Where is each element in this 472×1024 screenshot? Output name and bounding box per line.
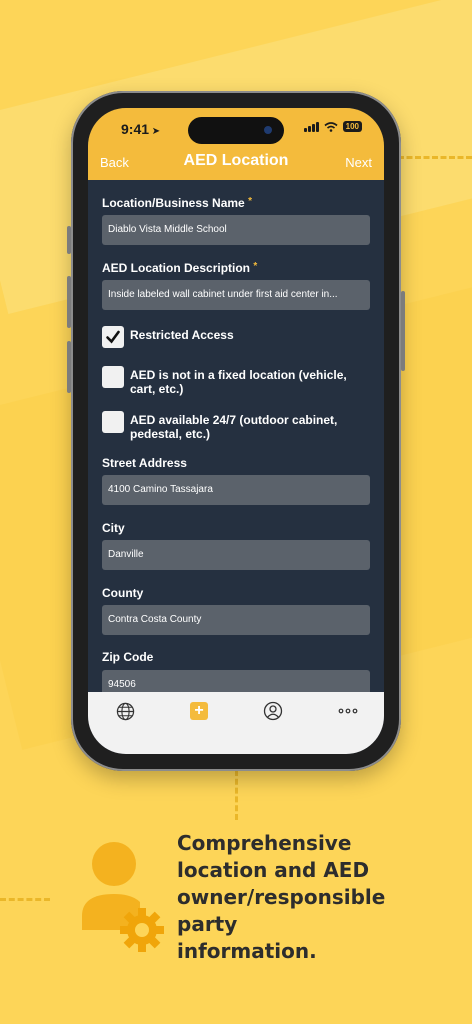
restricted-access-checkbox[interactable] bbox=[102, 326, 124, 348]
tab-more[interactable] bbox=[338, 701, 358, 721]
decorative-dash bbox=[0, 898, 50, 901]
zip-label: Zip Code bbox=[102, 650, 154, 664]
decorative-dash bbox=[235, 770, 238, 820]
navigation-bar: 9:41 ➤ 100 Back AED Location Next bbox=[88, 108, 384, 180]
available-24-7-label: AED available 24/7 (outdoor cabinet, ped… bbox=[130, 413, 338, 441]
restricted-access-row[interactable]: Restricted Access bbox=[102, 326, 370, 348]
description-label: AED Location Description * bbox=[102, 261, 258, 275]
more-icon bbox=[338, 708, 358, 714]
location-name-label: Location/Business Name * bbox=[102, 196, 252, 210]
tab-profile[interactable] bbox=[263, 701, 283, 721]
tab-add[interactable]: + bbox=[189, 701, 209, 721]
battery-icon: 100 bbox=[342, 121, 362, 132]
app-screen: 9:41 ➤ 100 Back AED Location Next Locati bbox=[88, 108, 384, 754]
city-label: City bbox=[102, 521, 125, 535]
wifi-icon bbox=[324, 121, 338, 132]
location-name-field[interactable]: Diablo Vista Middle School bbox=[102, 215, 370, 245]
street-label: Street Address bbox=[102, 456, 187, 470]
street-field[interactable]: 4100 Camino Tassajara bbox=[102, 475, 370, 505]
decorative-dash bbox=[398, 156, 472, 159]
county-label: County bbox=[102, 586, 144, 600]
checkmark-icon bbox=[106, 330, 120, 344]
profile-icon bbox=[263, 701, 283, 721]
page-title: AED Location bbox=[183, 152, 289, 169]
status-time: 9:41 ➤ bbox=[121, 121, 161, 137]
county-field[interactable]: Contra Costa County bbox=[102, 605, 370, 635]
signal-icon bbox=[303, 121, 319, 132]
next-button[interactable]: Next bbox=[345, 155, 372, 170]
tab-bar: + bbox=[88, 692, 384, 754]
zip-field[interactable]: 94506 bbox=[102, 670, 370, 692]
tab-globe[interactable] bbox=[115, 701, 135, 721]
feature-caption: Comprehensive location and AED owner/res… bbox=[177, 831, 386, 963]
person-gear-icon bbox=[82, 842, 164, 952]
status-indicators: 100 bbox=[303, 121, 362, 132]
available-24-7-row[interactable]: AED available 24/7 (outdoor cabinet, ped… bbox=[102, 411, 370, 441]
not-fixed-location-checkbox[interactable] bbox=[102, 366, 124, 388]
city-field[interactable]: Danville bbox=[102, 540, 370, 570]
description-field[interactable]: Inside labeled wall cabinet under first … bbox=[102, 280, 370, 310]
dynamic-island bbox=[188, 117, 284, 144]
restricted-access-label: Restricted Access bbox=[130, 328, 234, 342]
form-content: Location/Business Name * Diablo Vista Mi… bbox=[88, 180, 384, 692]
not-fixed-location-row[interactable]: AED is not in a fixed location (vehicle,… bbox=[102, 366, 370, 396]
available-24-7-checkbox[interactable] bbox=[102, 411, 124, 433]
not-fixed-location-label: AED is not in a fixed location (vehicle,… bbox=[130, 368, 347, 396]
plus-icon: + bbox=[190, 702, 208, 720]
phone-frame: 9:41 ➤ 100 Back AED Location Next Locati bbox=[67, 91, 405, 771]
globe-icon bbox=[116, 702, 134, 720]
